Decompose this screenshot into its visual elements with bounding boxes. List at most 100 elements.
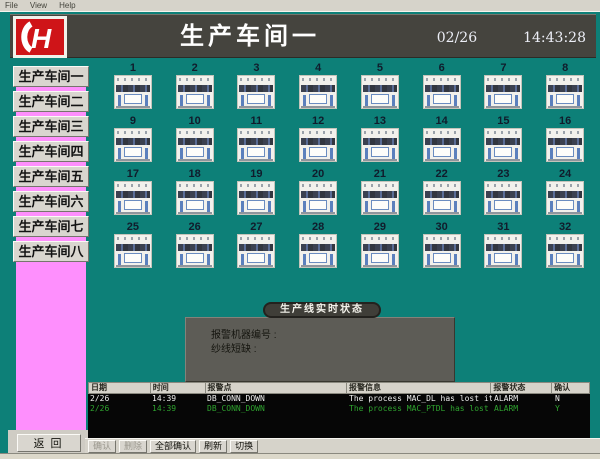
knitting-machine-icon (176, 181, 214, 215)
knitting-machine-icon (176, 128, 214, 162)
menu-bar: File View Help (0, 0, 600, 12)
machine-cell[interactable]: 23 (481, 168, 525, 221)
sidebar-workshop-button[interactable]: 生产车间五 (13, 166, 89, 187)
machine-number: 7 (481, 62, 525, 74)
datetime-display: 02/26 14:43:28 (437, 28, 586, 48)
machine-number: 16 (543, 115, 587, 127)
knitting-machine-icon (114, 234, 152, 268)
header-bar: H 生产车间一 02/26 14:43:28 (10, 14, 596, 58)
sidebar-workshop-button[interactable]: 生产车间三 (13, 116, 89, 137)
sidebar-workshop-button[interactable]: 生产车间一 (13, 66, 89, 87)
machine-cell[interactable]: 20 (296, 168, 340, 221)
knitting-machine-icon (361, 128, 399, 162)
machine-cell[interactable]: 13 (358, 115, 402, 168)
machine-cell[interactable]: 1 (111, 62, 155, 115)
machine-cell[interactable]: 29 (358, 221, 402, 274)
machine-cell[interactable]: 31 (481, 221, 525, 274)
sidebar-workshop-button[interactable]: 生产车间八 (13, 241, 89, 262)
machine-cell[interactable]: 26 (173, 221, 217, 274)
cell-status: ALARM (492, 404, 553, 414)
knitting-machine-icon (299, 75, 337, 109)
knitting-machine-icon (237, 75, 275, 109)
machine-number: 11 (234, 115, 278, 127)
cell-status: ALARM (492, 394, 553, 404)
machine-number: 17 (111, 168, 155, 180)
machine-number: 2 (173, 62, 217, 74)
machine-number: 21 (358, 168, 402, 180)
machine-cell[interactable]: 9 (111, 115, 155, 168)
cell-point: DB_CONN_DOWN (205, 394, 347, 404)
machine-cell[interactable]: 21 (358, 168, 402, 221)
machine-number: 10 (173, 115, 217, 127)
switch-button[interactable]: 切换 (230, 440, 258, 453)
machine-cell[interactable]: 2 (173, 62, 217, 115)
machine-cell[interactable]: 7 (481, 62, 525, 115)
knitting-machine-icon (546, 234, 584, 268)
knitting-machine-icon (114, 128, 152, 162)
time-display: 14:43:28 (523, 30, 586, 46)
refresh-button[interactable]: 刷新 (199, 440, 227, 453)
knitting-machine-icon (361, 234, 399, 268)
machine-cell[interactable]: 28 (296, 221, 340, 274)
knitting-machine-icon (237, 128, 275, 162)
machine-cell[interactable]: 24 (543, 168, 587, 221)
machine-cell[interactable]: 6 (420, 62, 464, 115)
machine-cell[interactable]: 32 (543, 221, 587, 274)
alarm-row[interactable]: 2/26 14:39 DB_CONN_DOWN The process MAC_… (88, 394, 590, 404)
logo-h-icon: H (16, 19, 64, 55)
machine-cell[interactable]: 30 (420, 221, 464, 274)
acknowledge-all-button[interactable]: 全部确认 (150, 440, 196, 453)
sidebar-workshop-button[interactable]: 生产车间六 (13, 191, 89, 212)
machine-number: 3 (234, 62, 278, 74)
machine-cell[interactable]: 22 (420, 168, 464, 221)
machine-cell[interactable]: 18 (173, 168, 217, 221)
machine-number: 1 (111, 62, 155, 74)
back-button[interactable]: 返回 (17, 434, 81, 452)
cell-info: The process MAC_DL has lost its d .. (347, 394, 492, 404)
machine-cell[interactable]: 12 (296, 115, 340, 168)
company-logo: H (13, 16, 67, 58)
alarm-row[interactable]: 2/26 14:39 DB_CONN_DOWN The process MAC_… (88, 404, 590, 414)
knitting-machine-icon (361, 75, 399, 109)
knitting-machine-icon (237, 234, 275, 268)
knitting-machine-icon (299, 128, 337, 162)
machine-number: 32 (543, 221, 587, 233)
cell-point: DB_CONN_DOWN (205, 404, 347, 414)
alarm-toolbar: 确认 删除 全部确认 刷新 切换 (85, 438, 600, 453)
knitting-machine-icon (176, 75, 214, 109)
menu-view[interactable]: View (30, 1, 47, 10)
col-alarm-point: 报警点 (206, 383, 347, 393)
machine-cell[interactable]: 27 (234, 221, 278, 274)
cell-time: 14:39 (150, 394, 205, 404)
knitting-machine-icon (546, 75, 584, 109)
machine-cell[interactable]: 4 (296, 62, 340, 115)
sidebar-workshop-button[interactable]: 生产车间七 (13, 216, 89, 237)
machine-cell[interactable]: 17 (111, 168, 155, 221)
alarm-table-body: 2/26 14:39 DB_CONN_DOWN The process MAC_… (88, 394, 590, 438)
machine-cell[interactable]: 5 (358, 62, 402, 115)
machine-cell[interactable]: 16 (543, 115, 587, 168)
machine-cell[interactable]: 14 (420, 115, 464, 168)
machine-number: 29 (358, 221, 402, 233)
machine-number: 18 (173, 168, 217, 180)
machine-cell[interactable]: 3 (234, 62, 278, 115)
machine-cell[interactable]: 11 (234, 115, 278, 168)
machine-cell[interactable]: 10 (173, 115, 217, 168)
menu-help[interactable]: Help (59, 1, 75, 10)
menu-file[interactable]: File (5, 1, 18, 10)
sidebar-workshop-button[interactable]: 生产车间二 (13, 91, 89, 112)
machine-cell[interactable]: 15 (481, 115, 525, 168)
machine-cell[interactable]: 19 (234, 168, 278, 221)
machine-number: 20 (296, 168, 340, 180)
knitting-machine-icon (546, 181, 584, 215)
machine-cell[interactable]: 25 (111, 221, 155, 274)
machine-number: 5 (358, 62, 402, 74)
machine-number: 8 (543, 62, 587, 74)
machine-number: 23 (481, 168, 525, 180)
knitting-machine-icon (299, 181, 337, 215)
sidebar-workshop-button[interactable]: 生产车间四 (13, 141, 89, 162)
knitting-machine-icon (299, 234, 337, 268)
machine-number: 31 (481, 221, 525, 233)
machine-cell[interactable]: 8 (543, 62, 587, 115)
yarn-shortage-label: 纱线短缺 : (211, 343, 454, 357)
